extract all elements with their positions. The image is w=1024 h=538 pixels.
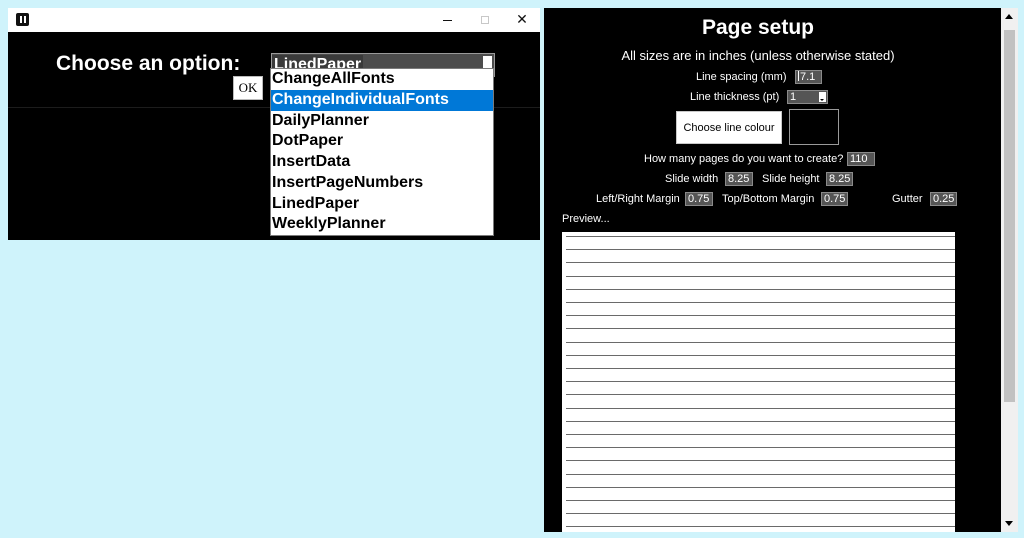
scroll-up-icon[interactable]: [1005, 14, 1013, 19]
ruled-line: [566, 447, 955, 448]
line-thickness-value: 1: [790, 91, 797, 103]
ruled-line: [566, 355, 955, 356]
gutter-field[interactable]: 0.25: [930, 192, 957, 206]
ruled-line: [566, 421, 955, 422]
line-spacing-field[interactable]: 7.1: [795, 70, 822, 84]
ruled-line: [566, 394, 955, 395]
dropdown-item-weekly-planner[interactable]: WeeklyPlanner: [271, 214, 493, 235]
ruled-line: [566, 474, 955, 475]
ruled-line: [566, 408, 955, 409]
pages-count-label: How many pages do you want to create?: [644, 153, 844, 165]
ruled-line: [566, 315, 955, 316]
ruled-line: [566, 513, 955, 514]
option-dropdown-list: ChangeAllFonts ChangeIndividualFonts Dai…: [270, 68, 494, 236]
ruled-line: [566, 289, 955, 290]
slide-height-field[interactable]: 8.25: [826, 172, 853, 186]
app-icon: [16, 13, 29, 26]
ruled-line: [566, 236, 955, 237]
ruled-line: [566, 328, 955, 329]
lr-margin-field[interactable]: 0.75: [685, 192, 713, 206]
ruled-line: [566, 249, 955, 250]
ruled-line: [566, 302, 955, 303]
dropdown-item-insert-page-numbers[interactable]: InsertPageNumbers: [271, 173, 493, 194]
pages-count-field[interactable]: 110: [847, 152, 875, 166]
choose-option-label: Choose an option:: [56, 52, 241, 75]
dropdown-item-change-all-fonts[interactable]: ChangeAllFonts: [271, 69, 493, 90]
maximize-button[interactable]: [466, 8, 504, 32]
line-colour-swatch[interactable]: [789, 109, 839, 145]
line-thickness-select[interactable]: 1: [787, 90, 828, 104]
minimize-button[interactable]: [428, 8, 466, 32]
tb-margin-field[interactable]: 0.75: [821, 192, 848, 206]
ok-button[interactable]: OK: [233, 76, 263, 100]
ruled-line: [566, 500, 955, 501]
units-note: All sizes are in inches (unless otherwis…: [621, 48, 895, 63]
dropdown-item-daily-planner[interactable]: DailyPlanner: [271, 111, 493, 132]
ruled-line: [566, 487, 955, 488]
dropdown-item-insert-data[interactable]: InsertData: [271, 152, 493, 173]
minimize-icon: [442, 19, 452, 21]
close-icon: ✕: [516, 12, 528, 28]
lined-paper-preview: [562, 232, 955, 532]
lr-margin-label: Left/Right Margin: [596, 193, 680, 205]
vertical-scrollbar[interactable]: [1001, 8, 1018, 532]
dropdown-item-dot-paper[interactable]: DotPaper: [271, 131, 493, 152]
line-spacing-label: Line spacing (mm): [696, 71, 787, 83]
ruled-line: [566, 460, 955, 461]
scroll-down-icon[interactable]: [1005, 521, 1013, 526]
ruled-line: [566, 262, 955, 263]
ruled-line: [566, 434, 955, 435]
slide-width-field[interactable]: 8.25: [725, 172, 753, 186]
maximize-icon: [481, 16, 489, 24]
ruled-line: [566, 368, 955, 369]
slide-width-label: Slide width: [665, 173, 719, 185]
page-title: Page setup: [701, 16, 815, 39]
ruled-line: [566, 342, 955, 343]
ruled-line: [566, 276, 955, 277]
dropdown-item-lined-paper[interactable]: LinedPaper: [271, 194, 493, 215]
line-thickness-label: Line thickness (pt): [690, 91, 780, 103]
tb-margin-label: Top/Bottom Margin: [722, 193, 815, 205]
preview-label: Preview...: [562, 213, 610, 225]
title-bar: ✕: [8, 8, 540, 32]
ruled-line: [566, 526, 955, 527]
choose-line-colour-button[interactable]: Choose line colour: [676, 111, 782, 144]
ruled-line: [566, 381, 955, 382]
slide-height-label: Slide height: [762, 173, 820, 185]
dropdown-item-change-individual-fonts[interactable]: ChangeIndividualFonts: [271, 89, 493, 111]
gutter-label: Gutter: [892, 193, 923, 205]
close-button[interactable]: ✕: [503, 8, 541, 32]
page-setup-window: Page setup All sizes are in inches (unle…: [544, 8, 1018, 532]
scroll-thumb[interactable]: [1004, 30, 1015, 402]
chevron-down-icon[interactable]: [819, 92, 826, 102]
